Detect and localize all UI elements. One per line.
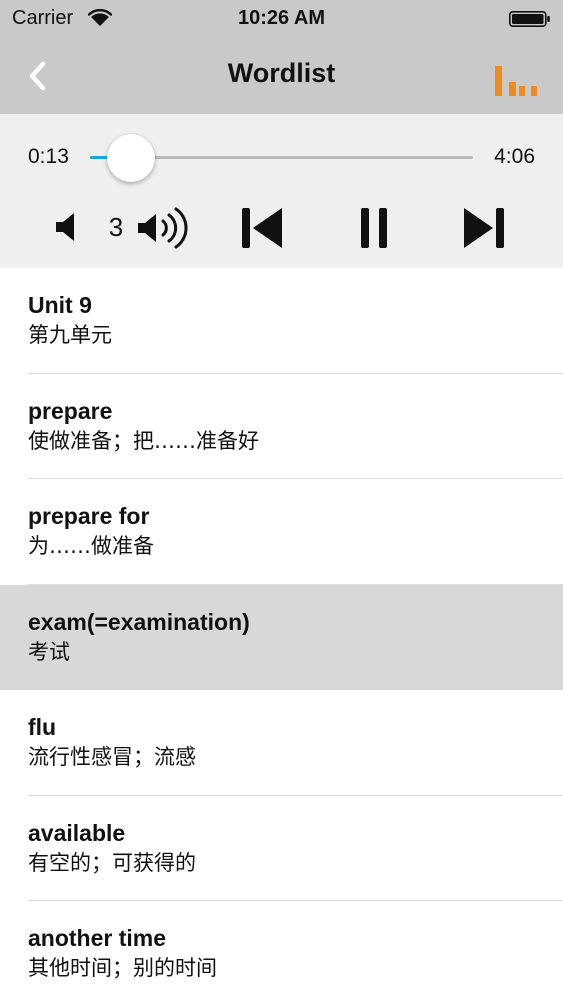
word-meaning: 为……做准备 (28, 534, 154, 558)
word-meaning: 有空的；可获得的 (28, 850, 196, 875)
word-row[interactable]: flu 流行性感冒；流感 (0, 690, 563, 796)
word-text: another time (28, 925, 167, 951)
word-list: Unit 9 第九单元 prepare 使做准备；把……准备好 prepare for 为… (0, 268, 563, 1000)
bar-levels-icon[interactable] (495, 58, 541, 100)
progress-thumb[interactable] (107, 134, 155, 182)
audio-player: 0:13 4:06 3 (0, 114, 563, 268)
word-text: Unit 9 (28, 292, 92, 318)
volume-down-icon[interactable] (52, 210, 84, 244)
elapsed-time: 0:13 (28, 145, 69, 168)
word-meaning: 考试 (28, 639, 70, 664)
status-time: 10:26 AM (237, 7, 326, 29)
navigation-bar: Wordlist (0, 40, 563, 114)
word-row[interactable]: another time 其他时间；别的时间 (0, 901, 563, 1000)
status-bar: Carrier 10:26 AM (0, 0, 563, 40)
word-meaning: 第九单元 (28, 323, 112, 347)
previous-track-button[interactable] (236, 206, 288, 250)
word-meaning: 流行性感冒；流感 (28, 745, 196, 769)
volume-up-icon[interactable] (136, 206, 192, 250)
volume-level: 3 (108, 212, 124, 242)
word-row[interactable]: prepare for 为……做准备 (0, 479, 563, 585)
word-row[interactable]: exam(=examination) 考试 (0, 584, 563, 690)
word-text: prepare for (28, 503, 150, 529)
page-title: Wordlist (227, 58, 336, 88)
word-text: flu (28, 714, 57, 740)
top-bar: Carrier 10:26 AM Wordlist (0, 0, 563, 114)
word-text: prepare (28, 397, 113, 424)
word-row[interactable]: Unit 9 第九单元 (0, 268, 563, 374)
battery-icon (509, 10, 550, 27)
word-text: exam(=examination) (28, 608, 250, 635)
word-row[interactable]: available 有空的；可获得的 (0, 795, 563, 901)
word-text: available (28, 819, 126, 846)
word-row[interactable]: prepare 使做准备；把……准备好 (0, 373, 563, 479)
word-meaning: 使做准备；把……准备好 (28, 428, 259, 453)
word-meaning: 其他时间；别的时间 (28, 956, 217, 980)
pause-button[interactable] (352, 206, 396, 250)
total-time: 4:06 (494, 145, 535, 168)
next-track-button[interactable] (458, 206, 510, 250)
